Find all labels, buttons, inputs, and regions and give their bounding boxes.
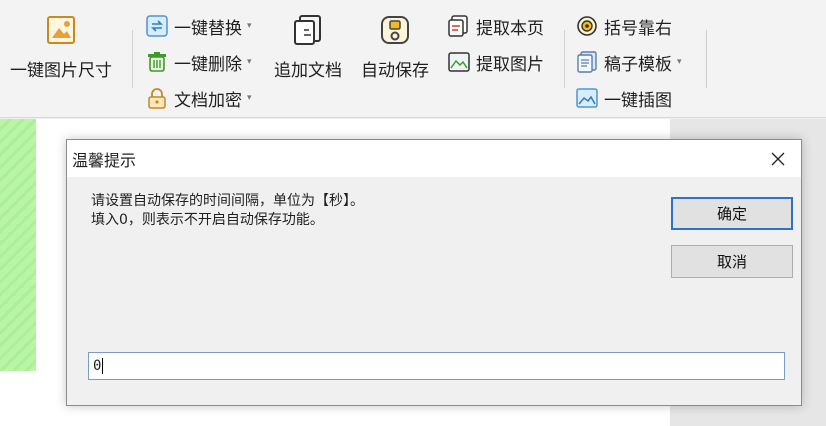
replace-label: 一键替换 <box>174 18 242 39</box>
chevron-down-icon: ▾ <box>247 21 252 31</box>
close-button[interactable] <box>755 140 801 177</box>
message-line-1: 请设置自动保存的时间间隔，单位为【秒】。 <box>91 193 364 209</box>
insert-image-button[interactable]: 一键插图 <box>576 84 672 112</box>
extract-image-button[interactable]: 提取图片 <box>448 48 544 76</box>
insert-image-icon <box>576 87 598 109</box>
message-line-2: 填入0，则表示不开启自动保存功能。 <box>91 212 324 228</box>
separator <box>132 30 133 88</box>
extract-page-label: 提取本页 <box>476 18 544 39</box>
bracket-right-button[interactable]: 括号靠右 <box>576 12 672 40</box>
trash-icon <box>146 51 168 73</box>
autosave-dialog: 温馨提示 请设置自动保存的时间间隔，单位为【秒】。 填入0，则表示不开启自动保存… <box>66 139 802 406</box>
interval-input[interactable]: 0 <box>88 352 785 380</box>
image-size-icon <box>45 14 77 46</box>
replace-button[interactable]: 一键替换 ▾ <box>146 12 252 40</box>
autosave-icon <box>379 14 411 46</box>
extract-page-button[interactable]: 提取本页 <box>448 12 544 40</box>
image-size-button[interactable]: 一键图片尺寸 <box>10 14 112 81</box>
text-cursor <box>102 358 104 374</box>
chevron-down-icon: ▾ <box>247 93 252 103</box>
template-label: 稿子模板 <box>604 54 672 75</box>
insert-image-label: 一键插图 <box>604 90 672 111</box>
extract-image-label: 提取图片 <box>476 54 544 75</box>
delete-label: 一键删除 <box>174 54 242 75</box>
append-doc-icon <box>292 14 324 46</box>
image-size-label: 一键图片尺寸 <box>10 61 112 81</box>
chevron-down-icon: ▾ <box>247 57 252 67</box>
append-doc-label: 追加文档 <box>274 61 342 81</box>
ribbon-toolbar: 一键图片尺寸 一键替换 ▾ 一键删除 ▾ 文档加密 ▾ 追加文档 自动保存 提取… <box>0 0 826 118</box>
interval-input-value: 0 <box>93 358 102 374</box>
separator <box>564 30 565 88</box>
delete-button[interactable]: 一键删除 ▾ <box>146 48 252 76</box>
close-icon <box>771 152 785 165</box>
extract-image-icon <box>448 51 470 73</box>
replace-icon <box>146 15 168 37</box>
template-button[interactable]: 稿子模板 ▾ <box>576 48 682 76</box>
dialog-title-bar: 温馨提示 <box>67 140 801 177</box>
autosave-button[interactable]: 自动保存 <box>361 14 429 81</box>
bracket-icon <box>576 15 598 37</box>
document-page-margin <box>0 371 36 426</box>
cancel-button[interactable]: 取消 <box>671 245 793 278</box>
page-background-strip <box>0 119 36 371</box>
chevron-down-icon: ▾ <box>677 57 682 67</box>
lock-icon <box>146 87 168 109</box>
encrypt-label: 文档加密 <box>174 90 242 111</box>
dialog-message: 请设置自动保存的时间间隔，单位为【秒】。 填入0，则表示不开启自动保存功能。 <box>91 192 364 230</box>
encrypt-button[interactable]: 文档加密 ▾ <box>146 84 252 112</box>
template-icon <box>576 51 598 73</box>
append-doc-button[interactable]: 追加文档 <box>274 14 342 81</box>
separator <box>706 30 707 88</box>
dialog-title: 温馨提示 <box>72 150 137 170</box>
extract-page-icon <box>448 15 470 37</box>
autosave-label: 自动保存 <box>361 61 429 81</box>
ok-button[interactable]: 确定 <box>671 197 793 230</box>
bracket-right-label: 括号靠右 <box>604 18 672 39</box>
